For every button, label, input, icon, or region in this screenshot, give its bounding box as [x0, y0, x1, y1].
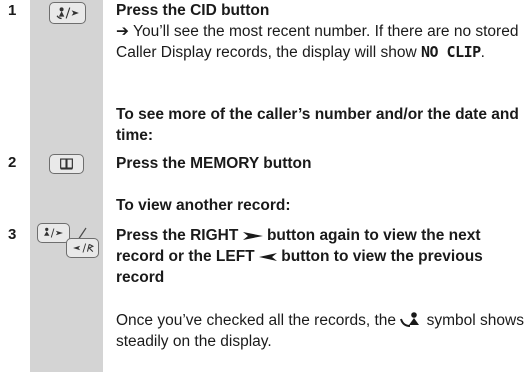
right-arrow-icon — [242, 232, 263, 240]
left-key-icon — [66, 238, 99, 258]
step-3-heading-part1: Press the RIGHT — [116, 227, 239, 244]
step-number-1: 1 — [8, 2, 17, 19]
step-number-3: 3 — [8, 226, 17, 243]
step-icon-column — [30, 0, 103, 372]
step-number-2: 2 — [8, 154, 17, 171]
left-arrow-icon — [258, 253, 277, 261]
step-1-result: ➔ You’ll see the most recent number. If … — [116, 21, 528, 63]
step-3-note-part1: Once you’ve checked all the records, the — [116, 312, 397, 329]
step-3-note: Once you’ve checked all the records, the… — [116, 310, 528, 352]
step-1-subheading: To see more of the caller’s number and/o… — [116, 106, 519, 144]
step-2-subheading: To view another record: — [116, 197, 291, 214]
step-3-heading: Press the RIGHT button again to view the… — [116, 225, 528, 288]
step-1-heading: Press the CID button — [116, 2, 270, 19]
result-arrow-icon: ➔ — [116, 23, 129, 40]
right-key-icon — [37, 223, 70, 243]
display-no-clip: NO CLIP — [420, 43, 481, 61]
step-2-heading: Press the MEMORY button — [116, 155, 312, 172]
step-1-result-end: . — [480, 44, 485, 61]
memory-book-key-icon — [49, 154, 84, 174]
cid-key-icon — [49, 2, 86, 24]
caller-display-symbol-icon — [400, 312, 420, 327]
